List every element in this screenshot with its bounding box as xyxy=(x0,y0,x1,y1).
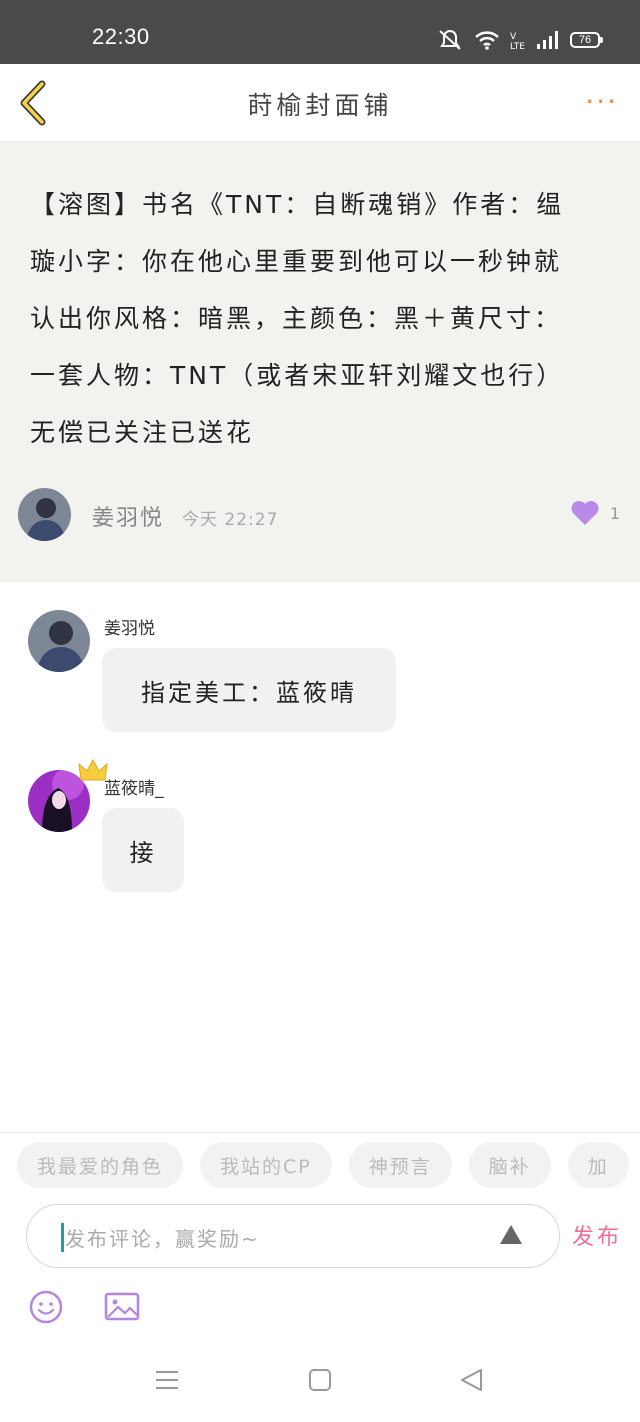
svg-text:V: V xyxy=(510,32,517,42)
quick-tag[interactable]: 我站的CP xyxy=(200,1142,332,1188)
comment-bubble: 接 xyxy=(102,808,184,892)
status-time: 22:30 xyxy=(92,24,150,49)
quick-tag[interactable]: 加 xyxy=(567,1142,629,1188)
post-line: 无偿已关注已送花 xyxy=(30,418,255,447)
mute-bell-icon xyxy=(439,30,461,50)
commenter-name[interactable]: 姜羽悦 xyxy=(104,614,155,639)
system-navigation-bar xyxy=(0,1350,640,1422)
more-options-button[interactable]: ··· xyxy=(585,88,618,116)
text-cursor xyxy=(61,1223,64,1252)
back-triangle-icon[interactable] xyxy=(459,1368,483,1392)
signal-icon xyxy=(537,31,558,49)
smiley-icon[interactable] xyxy=(29,1290,63,1324)
divider xyxy=(0,1132,640,1133)
quick-tag[interactable]: 神预言 xyxy=(348,1142,452,1188)
svg-text:LTE: LTE xyxy=(510,42,525,51)
post-line: 一套人物：TNT（或者宋亚轩刘耀文也行） xyxy=(30,361,565,390)
menu-icon[interactable] xyxy=(155,1368,179,1392)
post-author-row: 姜羽悦 今天 22:27 1 xyxy=(18,488,620,542)
page-title: 莳榆封面铺 xyxy=(247,91,393,120)
image-icon[interactable] xyxy=(104,1290,140,1324)
quick-tag[interactable]: 我最爱的角色 xyxy=(17,1142,184,1188)
home-square-icon[interactable] xyxy=(309,1368,331,1392)
comment-bubble: 指定美工：蓝筱晴 xyxy=(102,648,396,732)
like-button[interactable]: 1 xyxy=(570,500,620,526)
top-nav-bar: 莳榆封面铺 ··· xyxy=(0,64,640,142)
heart-icon xyxy=(571,501,599,525)
comment-input[interactable]: 发布评论，赢奖励~ xyxy=(26,1204,560,1268)
volte-icon: V LTE xyxy=(510,32,525,51)
post-line: 认出你风格：暗黑，主颜色：黑＋黄尺寸： xyxy=(30,304,563,333)
status-bar: 22:30 V LTE 76 xyxy=(0,0,640,64)
quick-tag[interactable]: 脑补 xyxy=(468,1142,551,1188)
post-line: 璇小字：你在他心里重要到他可以一秒钟就 xyxy=(30,247,563,276)
publish-button[interactable]: 发布 xyxy=(572,1219,622,1251)
like-count: 1 xyxy=(609,503,620,523)
status-icons: V LTE 76 xyxy=(436,26,603,54)
post-card: 【溶图】书名《TNT：自断魂销》作者：缊 璇小字：你在他心里重要到他可以一秒钟就… xyxy=(0,142,640,582)
post-text: 【溶图】书名《TNT：自断魂销》作者：缊 璇小字：你在他心里重要到他可以一秒钟就… xyxy=(30,176,610,461)
commenter-name[interactable]: 蓝筱晴_ xyxy=(104,774,164,799)
author-avatar[interactable] xyxy=(18,488,71,541)
comment-input-placeholder: 发布评论，赢奖励~ xyxy=(65,1227,260,1251)
post-author-name[interactable]: 姜羽悦 xyxy=(92,500,164,532)
triangle-up-icon[interactable] xyxy=(499,1223,523,1247)
wifi-icon xyxy=(475,31,499,50)
quick-tags: 我最爱的角色 我站的CP 神预言 脑补 加 xyxy=(17,1142,629,1188)
post-line: 【溶图】书名《TNT：自断魂销》作者：缊 xyxy=(30,190,565,219)
post-timestamp: 今天 22:27 xyxy=(182,510,279,530)
battery-icon: 76 xyxy=(570,32,603,48)
commenter-avatar[interactable] xyxy=(28,610,90,672)
